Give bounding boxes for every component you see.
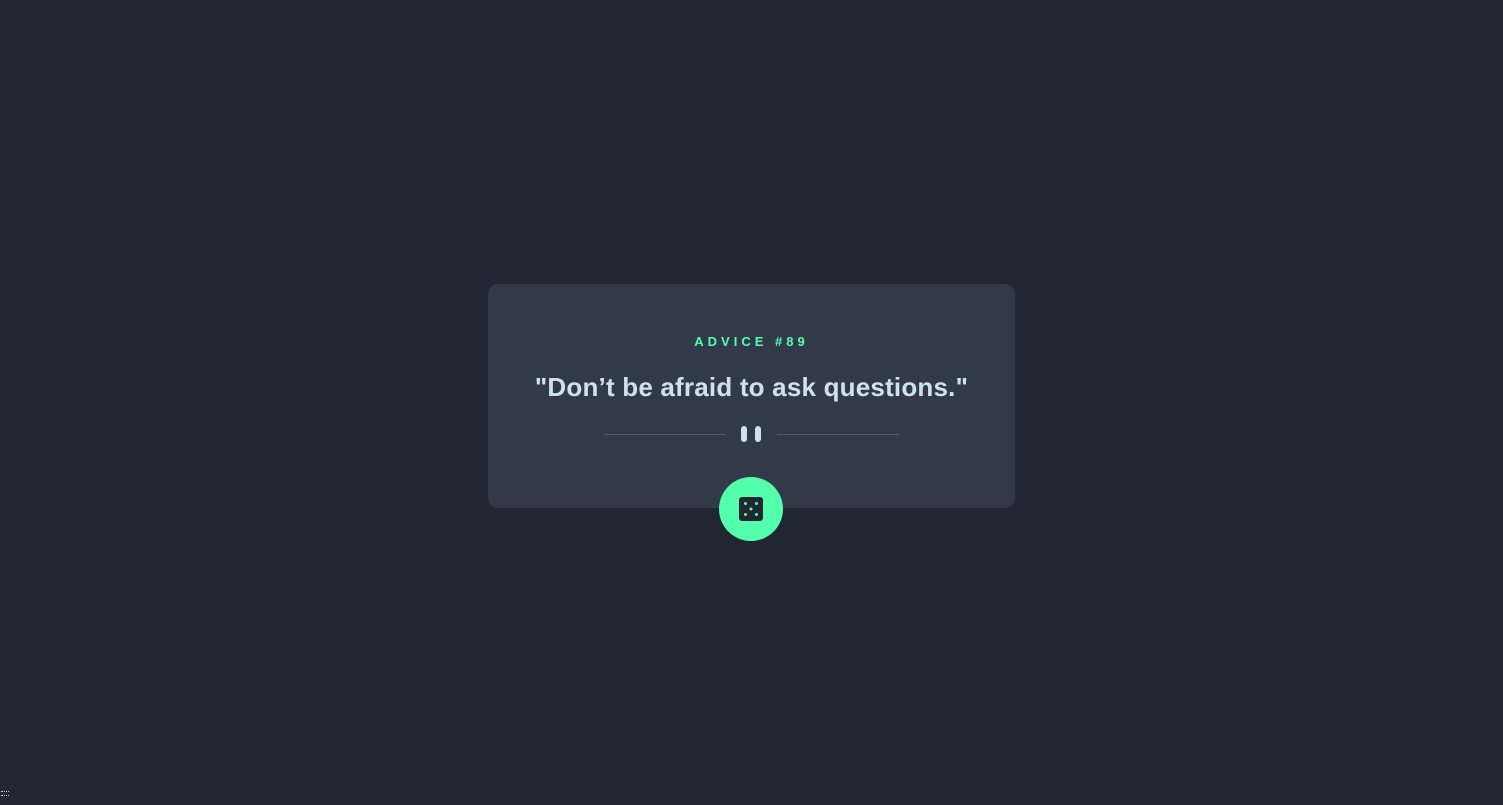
dice-icon xyxy=(739,497,763,521)
divider-line-left xyxy=(604,434,726,435)
divider-line-right xyxy=(777,434,899,435)
page: ADVICE #89 "Don’t be afraid to ask quest… xyxy=(0,0,1503,805)
advice-number-label: ADVICE #89 xyxy=(694,334,809,349)
corner-mark xyxy=(1,791,9,796)
advice-card: ADVICE #89 "Don’t be afraid to ask quest… xyxy=(488,284,1015,508)
advice-quote: "Don’t be afraid to ask questions." xyxy=(534,372,969,402)
generate-advice-button[interactable] xyxy=(719,477,783,541)
pause-icon xyxy=(741,426,763,442)
pattern-divider xyxy=(604,426,899,442)
